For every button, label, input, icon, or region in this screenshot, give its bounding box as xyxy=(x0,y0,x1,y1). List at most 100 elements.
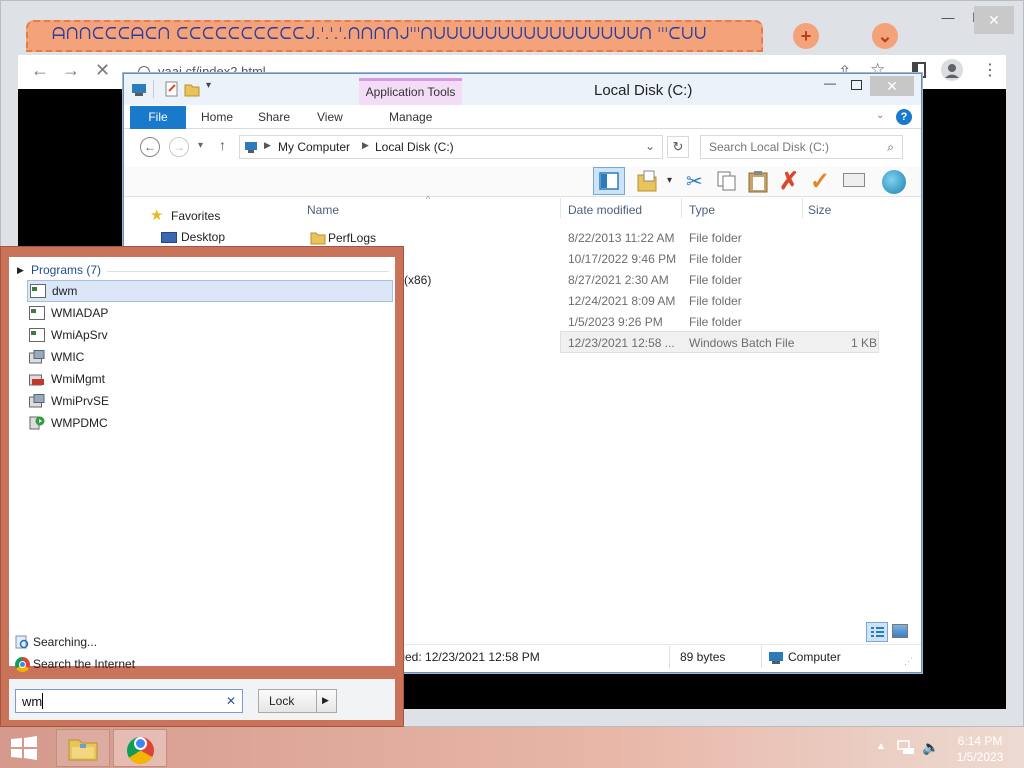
taskbar-file-explorer[interactable] xyxy=(56,729,110,767)
cut-icon[interactable]: ✂ xyxy=(686,169,703,194)
taskbar-chrome[interactable] xyxy=(113,729,167,767)
nav-favorites[interactable]: Favorites xyxy=(171,209,220,223)
network-icon[interactable] xyxy=(897,739,915,755)
new-tab-button[interactable]: + xyxy=(793,23,819,49)
large-icons-view-icon[interactable] xyxy=(892,624,908,638)
program-label: dwm xyxy=(52,284,78,298)
file-type: Windows Batch File xyxy=(689,336,795,350)
tab-manage[interactable]: Manage xyxy=(389,106,432,129)
searching-status: Searching... xyxy=(33,635,98,649)
profile-avatar-icon[interactable] xyxy=(941,59,963,81)
rename-check-icon[interactable]: ✓ xyxy=(810,167,830,196)
minimize-button[interactable]: — xyxy=(933,10,963,25)
forward-arrow-icon[interactable]: → xyxy=(62,60,80,81)
stop-icon[interactable]: ✕ xyxy=(95,60,110,81)
search-field[interactable]: Search Local Disk (C:) ⌕ xyxy=(700,135,903,159)
explorer-minimize-button[interactable]: — xyxy=(824,76,836,90)
tab-view[interactable]: View xyxy=(317,106,343,129)
breadcrumb-my-computer[interactable]: My Computer xyxy=(278,140,350,154)
tab-search-button[interactable]: ⌄ xyxy=(872,23,898,49)
breadcrumb-separator-icon: ▶ xyxy=(264,140,271,150)
file-name[interactable]: (x86) xyxy=(404,270,431,291)
back-button-icon[interactable]: ← xyxy=(140,137,160,157)
resize-grip-icon[interactable]: ⋰ xyxy=(904,656,913,667)
file-date: 12/23/2021 12:58 ... xyxy=(568,336,675,350)
qat-dropdown-icon[interactable]: ▾ xyxy=(206,80,211,91)
program-item-wmpdmc[interactable]: WMPDMC xyxy=(27,412,393,434)
start-search-input[interactable]: wm ✕ xyxy=(15,689,243,713)
program-item-wmiapsrv[interactable]: WmiApSrv xyxy=(27,324,393,346)
globe-icon[interactable] xyxy=(882,170,906,194)
search-internet-link[interactable]: Search the Internet xyxy=(33,657,135,671)
status-location: Computer xyxy=(788,650,841,664)
folder-properties-icon[interactable] xyxy=(636,169,658,193)
up-arrow-icon[interactable]: ↑ xyxy=(219,137,226,153)
lock-button[interactable]: Lock xyxy=(269,694,294,708)
copy-icon[interactable] xyxy=(715,170,737,192)
start-search-panel: ▶ Programs (7) dwm WMIADAP WmiApSrv WMIC… xyxy=(0,246,404,727)
program-item-wmiprvse[interactable]: WmiPrvSE xyxy=(27,390,393,412)
delete-icon[interactable]: ✗ xyxy=(779,167,799,196)
search-icon: ⌕ xyxy=(887,140,894,154)
help-icon[interactable]: ? xyxy=(896,109,912,125)
programs-group-header[interactable]: Programs (7) xyxy=(31,263,101,277)
search-placeholder: Search Local Disk (C:) xyxy=(709,140,830,154)
column-divider xyxy=(681,198,682,218)
program-item-dwm[interactable]: dwm xyxy=(27,280,393,302)
system-clock[interactable]: 6:14 PM 1/5/2023 xyxy=(950,733,1010,765)
close-button[interactable]: ✕ xyxy=(974,6,1014,34)
column-size[interactable]: Size xyxy=(808,203,831,217)
file-type: File folder xyxy=(689,252,742,266)
properties-icon[interactable] xyxy=(164,81,180,97)
column-divider xyxy=(802,198,803,218)
column-name[interactable]: Name xyxy=(307,203,339,217)
column-type[interactable]: Type xyxy=(689,203,715,217)
computer-small-icon xyxy=(244,140,258,154)
program-item-wmiadap[interactable]: WMIADAP xyxy=(27,302,393,324)
properties-box-icon[interactable] xyxy=(843,173,865,187)
command-toolbar xyxy=(124,167,921,197)
paste-icon[interactable] xyxy=(747,169,769,193)
nav-desktop[interactable]: Desktop xyxy=(181,230,225,244)
tab-home[interactable]: Home xyxy=(201,106,233,129)
file-type: File folder xyxy=(689,273,742,287)
chrome-icon xyxy=(15,657,30,672)
tab-file[interactable]: File xyxy=(130,106,186,129)
back-arrow-icon[interactable]: ← xyxy=(31,60,49,81)
preview-pane-button[interactable] xyxy=(593,167,625,195)
management-console-icon xyxy=(29,372,45,386)
text-caret xyxy=(42,693,43,709)
wmi-tool-icon xyxy=(29,350,45,364)
toolbar-dropdown-icon[interactable]: ▾ xyxy=(667,175,672,186)
status-size: 89 bytes xyxy=(680,650,726,664)
column-date[interactable]: Date modified xyxy=(568,203,642,217)
app-window-icon xyxy=(30,284,46,298)
desktop-icon xyxy=(161,232,177,243)
forward-button-icon[interactable]: → xyxy=(169,137,189,157)
app-window-icon xyxy=(29,328,45,342)
file-date: 8/22/2013 11:22 AM xyxy=(568,231,675,245)
browser-tab[interactable]: ᗩᑎᑎᑕᑕᑕᗩᑕᑎ ᑕᑕᑕᑕᑕᑕᑕᑕᑕᑕᒍ.ᑊ.ᑊ.ᑊ.ᑎᑎᑎᑎᒍᑊᑊᑊᑎᑌᑌᑌ… xyxy=(26,20,763,52)
explorer-close-button[interactable]: ✕ xyxy=(870,76,914,96)
volume-icon[interactable]: 🔈 xyxy=(922,739,939,756)
expand-arrow-icon[interactable]: ▶ xyxy=(17,265,24,276)
address-breadcrumb-box[interactable]: ▶ My Computer ▶ Local Disk (C:) ⌄ xyxy=(239,135,663,159)
program-label: WmiMgmt xyxy=(51,372,105,386)
shutdown-options-arrow-icon[interactable]: ▶ xyxy=(322,695,329,706)
program-item-wmic[interactable]: WMIC xyxy=(27,346,393,368)
column-divider xyxy=(560,198,561,218)
windows-logo-icon[interactable] xyxy=(10,736,38,760)
recent-locations-icon[interactable]: ▾ xyxy=(198,140,203,151)
explorer-maximize-button[interactable] xyxy=(851,80,862,90)
program-item-wmimgmt[interactable]: WmiMgmt xyxy=(27,368,393,390)
menu-kebab-icon[interactable]: ⋮ xyxy=(982,60,998,80)
address-dropdown-icon[interactable]: ⌄ xyxy=(645,139,655,153)
expand-ribbon-icon[interactable]: ⌄ xyxy=(876,110,884,121)
clear-search-icon[interactable]: ✕ xyxy=(226,694,236,708)
breadcrumb-local-disk[interactable]: Local Disk (C:) xyxy=(375,140,454,154)
new-folder-icon[interactable] xyxy=(184,81,200,97)
show-hidden-icons[interactable]: ▲ xyxy=(876,741,886,752)
details-view-icon[interactable] xyxy=(866,622,888,642)
refresh-icon[interactable]: ↻ xyxy=(667,136,689,158)
tab-share[interactable]: Share xyxy=(258,106,290,129)
